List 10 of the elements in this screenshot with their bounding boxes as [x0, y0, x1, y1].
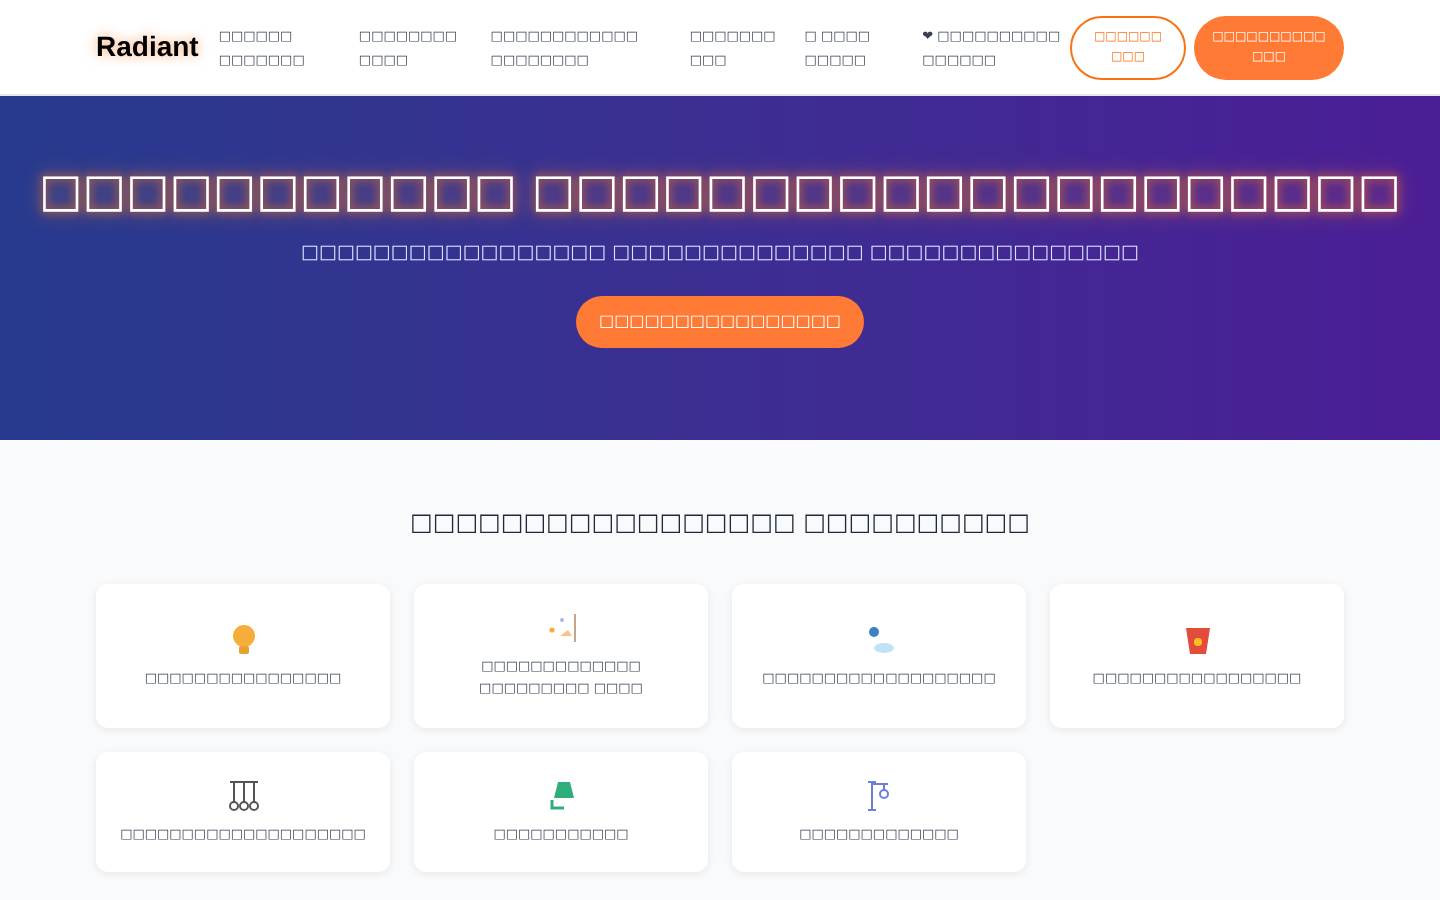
lamp-icon — [545, 779, 577, 811]
section-heading: □□□□□□□□□□□□□□□□□ □□□□□□□□□□ — [408, 506, 1032, 540]
hanging-lamps-icon — [227, 779, 259, 811]
hero-subtitle: □□□□□□□□□□□□□□□□□ □□□□□□□□□□□□□□ □□□□□□□□□□□□□□□ — [301, 240, 1139, 268]
hero-title: □□□□□□□□□□□ □□□□□□□□□□□□□□□□□□□□ — [39, 164, 1401, 222]
sparkles-icon — [545, 612, 577, 644]
brand-logo[interactable]: Radiant — [96, 26, 199, 68]
lantern-icon — [1183, 623, 1211, 655]
lightbulb-icon — [229, 623, 257, 655]
hook-icon — [865, 779, 893, 811]
